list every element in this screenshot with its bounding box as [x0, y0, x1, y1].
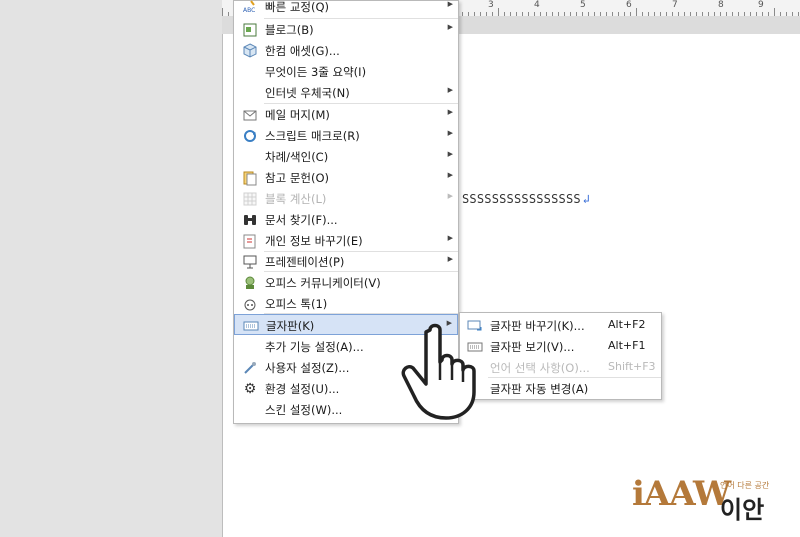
- shortcut-label: Shift+F3: [608, 360, 656, 373]
- communicator-icon: [242, 275, 258, 291]
- submenu-item-label: 글자판 바꾸기(K)...: [490, 319, 585, 333]
- submenu-arrow-icon: ▶: [447, 108, 453, 116]
- shortcut-label: Alt+F2: [608, 318, 646, 331]
- menu-item-label: 프레젠테이션(P): [265, 255, 345, 269]
- ruler-number: 8: [718, 0, 724, 10]
- user-settings-icon: [242, 360, 258, 376]
- ruler-number: 7: [672, 0, 678, 10]
- menu-item-script-macro[interactable]: 스크립트 매크로(R) ▶: [234, 125, 458, 146]
- document-text: SSSSSSSSSSSSSSSS: [462, 192, 581, 206]
- ruler-tick: [636, 8, 637, 16]
- personal-info-icon: [242, 233, 258, 249]
- script-macro-icon: [242, 128, 258, 144]
- submenu-arrow-icon: ▶: [447, 171, 453, 179]
- logo-brand: iAAW: [632, 474, 731, 514]
- submenu-item-change-keyboard[interactable]: 글자판 바꾸기(K)... Alt+F2: [460, 315, 661, 336]
- menu-item-label: 인터넷 우체국(N): [265, 86, 350, 100]
- submenu-arrow-icon: ▶: [447, 255, 453, 263]
- menu-item-personal-info[interactable]: 개인 정보 바꾸기(E) ▶: [234, 230, 458, 251]
- office-talk-icon: [242, 296, 258, 312]
- submenu-arrow-icon: ▶: [447, 150, 453, 158]
- submenu-arrow-icon: ▶: [447, 86, 453, 94]
- pointing-hand-cursor-icon: [401, 323, 476, 420]
- menu-item-label: 환경 설정(U)...: [265, 382, 340, 396]
- submenu-item-auto-change[interactable]: 글자판 자동 변경(A): [460, 378, 661, 399]
- ruler-tick: [774, 8, 775, 16]
- submenu-item-view-keyboard[interactable]: 글자판 보기(V)... Alt+F1: [460, 336, 661, 357]
- ruler-number: 9: [758, 0, 764, 10]
- asset-cube-icon: [242, 43, 258, 59]
- menu-item-office-communicator[interactable]: 오피스 커뮤니케이터(V): [234, 272, 458, 293]
- keyboard-layout-submenu: 글자판 바꾸기(K)... Alt+F2 글자판 보기(V)... Alt+F1…: [459, 312, 662, 400]
- menu-item-label: 블로그(B): [265, 23, 314, 37]
- submenu-item-label: 글자판 자동 변경(A): [490, 382, 589, 396]
- menu-item-hancom-asset[interactable]: 한컴 애셋(G)...: [234, 40, 458, 61]
- menu-item-mail-merge[interactable]: 메일 머지(M) ▶: [234, 104, 458, 125]
- menu-item-references[interactable]: 참고 문헌(O) ▶: [234, 167, 458, 188]
- block-calc-icon: [242, 191, 258, 207]
- ruler-tick: [498, 8, 499, 16]
- menu-item-label: 빠른 교정(Q): [265, 0, 329, 14]
- menu-item-label: 메일 머지(M): [265, 108, 330, 122]
- paragraph-return-icon: ↲: [582, 192, 591, 206]
- menu-item-label: 사용자 설정(Z)...: [265, 361, 350, 375]
- abc-icon: ABC: [242, 0, 258, 15]
- menu-item-3line-summary[interactable]: 무엇이든 3줄 요약(I): [234, 61, 458, 82]
- blog-icon: [242, 22, 258, 38]
- submenu-item-label: 글자판 보기(V)...: [490, 340, 575, 354]
- mail-icon: [242, 107, 258, 123]
- ruler-number: 5: [580, 0, 586, 10]
- menu-item-toc-index[interactable]: 차례/색인(C) ▶: [234, 146, 458, 167]
- menu-item-quick-correct[interactable]: ABC 빠른 교정(Q) ▶: [234, 0, 458, 17]
- menu-item-label: 스크립트 매크로(R): [265, 129, 360, 143]
- submenu-arrow-icon: ▶: [447, 234, 453, 242]
- menu-item-label: 문서 찾기(F)...: [265, 213, 338, 227]
- menu-item-office-talk[interactable]: 오피스 톡(1): [234, 293, 458, 314]
- menu-item-blog[interactable]: 블로그(B) ▶: [234, 19, 458, 40]
- menu-item-internet-post[interactable]: 인터넷 우체국(N) ▶: [234, 82, 458, 103]
- menu-item-label: 추가 기능 설정(A)...: [265, 340, 364, 354]
- submenu-arrow-icon: ▶: [447, 23, 453, 31]
- svg-text:ABC: ABC: [243, 7, 255, 14]
- iaan-logo: iAAW 언어 다른 공간 이안: [632, 474, 792, 524]
- menu-item-label: 한컴 애셋(G)...: [265, 44, 340, 58]
- keyboard-icon: [243, 318, 259, 334]
- document-text-line[interactable]: SSSSSSSSSSSSSSSS ↲: [462, 192, 590, 206]
- menu-item-presentation[interactable]: 프레젠테이션(P) ▶: [234, 251, 458, 272]
- submenu-item-label: 언어 선택 사항(O)...: [490, 361, 590, 375]
- ruler-number: 4: [534, 0, 540, 10]
- menu-item-label: 오피스 톡(1): [265, 297, 328, 311]
- menu-item-label: 차례/색인(C): [265, 150, 329, 164]
- menu-item-label: 무엇이든 3줄 요약(I): [265, 65, 367, 79]
- gear-icon: ⚙: [243, 381, 257, 397]
- submenu-arrow-icon: ▶: [447, 192, 453, 200]
- logo-name: 이안: [720, 496, 765, 524]
- submenu-arrow-icon: ▶: [447, 0, 453, 8]
- menu-item-find-document[interactable]: 문서 찾기(F)...: [234, 209, 458, 230]
- menu-item-label: 참고 문헌(O): [265, 171, 329, 185]
- submenu-item-language-options[interactable]: 언어 선택 사항(O)... Shift+F3: [460, 357, 661, 378]
- menu-item-label: 블록 계산(L): [265, 192, 327, 206]
- menu-item-label: 개인 정보 바꾸기(E): [265, 234, 363, 248]
- menu-item-label: 글자판(K): [266, 319, 315, 333]
- ruler-number: 3: [488, 0, 494, 10]
- submenu-arrow-icon: ▶: [447, 129, 453, 137]
- presentation-icon: [242, 254, 258, 270]
- ruler-number: 6: [626, 0, 632, 10]
- menu-item-label: 오피스 커뮤니케이터(V): [265, 276, 381, 290]
- ruler-tick: [222, 8, 223, 16]
- binoculars-icon: [242, 212, 258, 228]
- menu-item-label: 스킨 설정(W)...: [265, 403, 343, 417]
- reference-icon: [242, 170, 258, 186]
- menu-item-block-calc[interactable]: 블록 계산(L) ▶: [234, 188, 458, 209]
- shortcut-label: Alt+F1: [608, 339, 646, 352]
